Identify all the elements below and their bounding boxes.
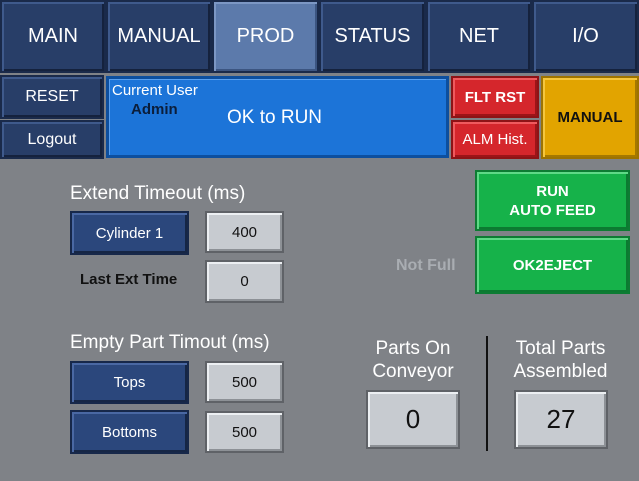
current-user-label: Current User bbox=[112, 82, 198, 99]
parts-on-conveyor-value: 0 bbox=[366, 390, 460, 449]
tab-status[interactable]: STATUS bbox=[319, 0, 426, 73]
run-auto-feed-line2: AUTO FEED bbox=[509, 201, 596, 219]
run-status-message: OK to RUN bbox=[227, 107, 323, 128]
total-parts-line2: Assembled bbox=[513, 361, 608, 382]
tab-label: MAIN bbox=[28, 25, 78, 47]
tops-button[interactable]: Tops bbox=[70, 361, 189, 404]
run-auto-feed-button[interactable]: RUN AUTO FEED bbox=[475, 170, 630, 231]
run-auto-feed-line1: RUN bbox=[536, 182, 569, 200]
cylinder-1-timeout-input[interactable]: 400 bbox=[205, 211, 284, 253]
bottoms-button[interactable]: Bottoms bbox=[70, 410, 189, 454]
counter-divider bbox=[486, 336, 488, 451]
extend-timeout-title: Extend Timeout (ms) bbox=[70, 183, 246, 204]
alarm-history-button[interactable]: ALM Hist. bbox=[451, 120, 539, 159]
tab-label: STATUS bbox=[334, 25, 411, 47]
status-panel: Current User Admin OK to RUN bbox=[106, 76, 449, 158]
tab-label: I/O bbox=[572, 25, 599, 47]
total-parts-line1: Total Parts bbox=[515, 338, 606, 359]
tab-label: PROD bbox=[236, 25, 295, 47]
total-parts-assembled-value: 27 bbox=[514, 390, 608, 449]
last-ext-time-label: Last Ext Time bbox=[80, 271, 178, 288]
tab-label: MANUAL bbox=[117, 25, 201, 47]
tops-timeout-input[interactable]: 500 bbox=[205, 361, 284, 403]
parts-on-conveyor-line2: Conveyor bbox=[372, 361, 454, 382]
bottoms-timeout-input[interactable]: 500 bbox=[205, 411, 284, 453]
tab-net[interactable]: NET bbox=[426, 0, 532, 73]
tab-label: NET bbox=[459, 25, 499, 47]
tab-main[interactable]: MAIN bbox=[0, 0, 106, 73]
ok2eject-button[interactable]: OK2EJECT bbox=[475, 236, 630, 294]
tab-io[interactable]: I/O bbox=[532, 0, 639, 73]
reset-button[interactable]: RESET bbox=[0, 75, 104, 119]
current-user-value: Admin bbox=[131, 101, 178, 118]
parts-on-conveyor-label: Parts On Conveyor bbox=[352, 337, 474, 383]
logout-button[interactable]: Logout bbox=[0, 120, 104, 159]
last-ext-time-value: 0 bbox=[205, 260, 284, 303]
not-full-indicator: Not Full bbox=[396, 257, 456, 274]
total-parts-assembled-label: Total Parts Assembled bbox=[499, 337, 622, 383]
fault-reset-button[interactable]: FLT RST bbox=[451, 76, 539, 118]
tab-prod[interactable]: PROD bbox=[212, 0, 319, 73]
tab-manual[interactable]: MANUAL bbox=[106, 0, 212, 73]
parts-on-conveyor-line1: Parts On bbox=[375, 338, 451, 359]
cylinder-1-button[interactable]: Cylinder 1 bbox=[70, 211, 189, 255]
mode-manual-button[interactable]: MANUAL bbox=[541, 76, 639, 159]
empty-part-timeout-title: Empty Part Timout (ms) bbox=[70, 332, 270, 353]
